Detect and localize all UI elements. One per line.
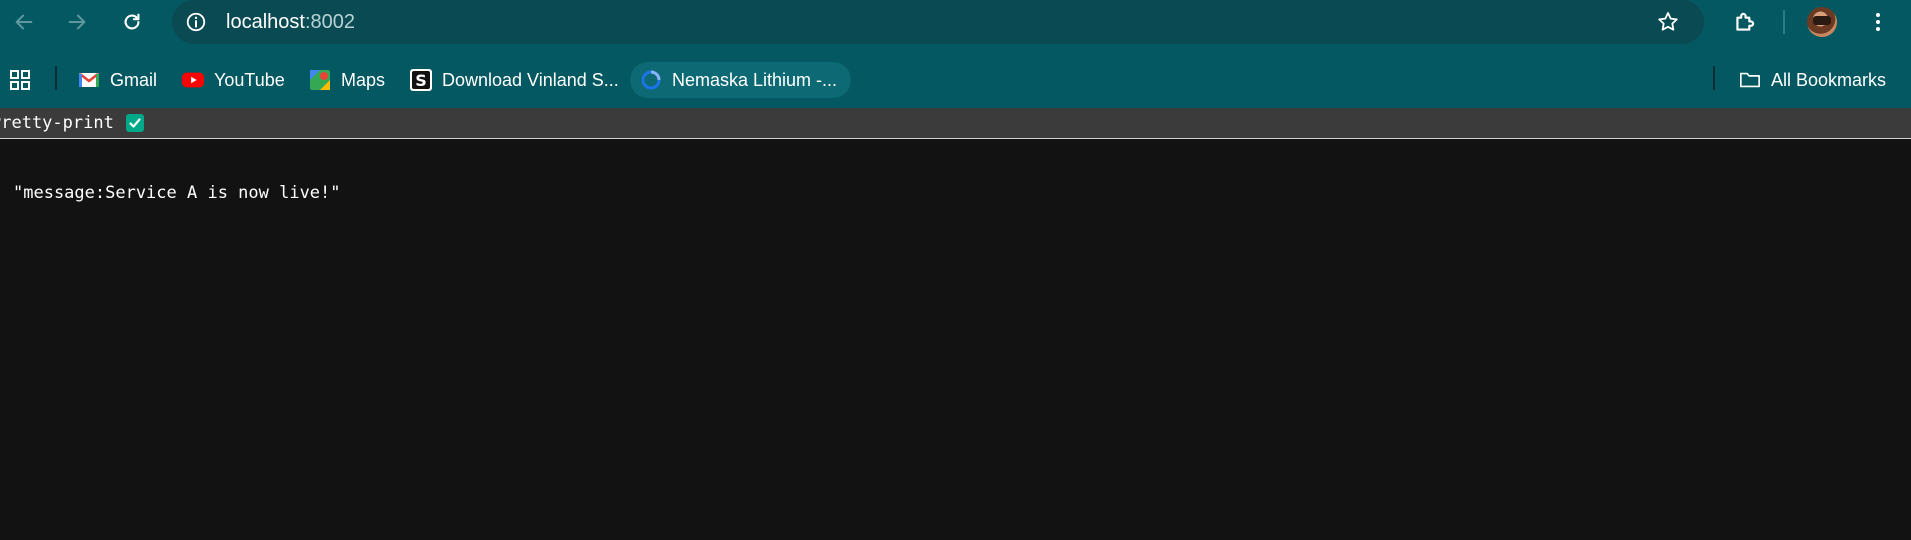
all-bookmarks-button[interactable]: All Bookmarks — [1739, 62, 1886, 98]
forward-button[interactable] — [59, 4, 95, 40]
extensions-button[interactable] — [1727, 4, 1763, 40]
bookmark-star-button[interactable] — [1654, 8, 1682, 36]
url-host: localhost — [226, 11, 305, 33]
bookmark-gmail[interactable]: Gmail — [78, 62, 157, 98]
bookmark-youtube[interactable]: YouTube — [182, 62, 285, 98]
bookmark-maps[interactable]: Maps — [309, 62, 385, 98]
pretty-print-checkbox[interactable] — [126, 114, 144, 132]
address-bar[interactable]: localhost:8002 — [172, 0, 1704, 44]
apps-grid-icon — [10, 70, 30, 90]
arrow-right-icon — [68, 14, 86, 30]
profile-avatar[interactable] — [1807, 7, 1837, 37]
s-logo-icon: S — [410, 69, 432, 91]
bookmark-download-vinland[interactable]: S Download Vinland S... — [410, 62, 619, 98]
youtube-icon — [182, 69, 204, 91]
apps-button[interactable] — [8, 62, 32, 98]
check-icon — [129, 118, 141, 128]
avatar-hat — [1813, 16, 1831, 25]
reload-button[interactable] — [114, 4, 150, 40]
all-bookmarks-label: All Bookmarks — [1771, 69, 1887, 90]
pretty-print-bar: Pretty-print — [0, 108, 1911, 139]
folder-icon — [1739, 69, 1761, 91]
toolbar-separator — [1783, 10, 1785, 34]
site-info-button[interactable] — [182, 8, 210, 36]
browser-menu-button[interactable] — [1860, 4, 1896, 40]
json-content: "message:Service A is now live!" — [13, 183, 341, 203]
bookmark-label: YouTube — [214, 69, 285, 90]
browser-toolbar: localhost:8002 — [0, 0, 1911, 44]
maps-icon — [309, 69, 331, 91]
back-button[interactable] — [6, 4, 42, 40]
loading-ring-icon — [640, 69, 662, 91]
bookmarks-separator — [55, 66, 57, 90]
info-icon — [186, 12, 206, 32]
url-text[interactable]: localhost:8002 — [226, 10, 355, 34]
kebab-menu-icon — [1876, 13, 1880, 31]
reload-icon — [124, 13, 140, 30]
bookmark-label: Gmail — [110, 69, 158, 90]
star-icon — [1658, 12, 1678, 31]
bookmarks-bar: Gmail YouTube Maps S Download Vinland S.… — [0, 44, 1911, 108]
bookmark-label: Download Vinland S... — [442, 69, 619, 90]
bookmarks-separator-right — [1713, 66, 1715, 90]
arrow-left-icon — [15, 14, 33, 30]
bookmark-nemaska-lithium[interactable]: Nemaska Lithium -... — [630, 62, 852, 98]
svg-text:S: S — [415, 71, 427, 90]
puzzle-icon — [1736, 12, 1755, 31]
bookmark-label: Maps — [341, 69, 386, 90]
pretty-print-label: Pretty-print — [0, 113, 114, 133]
bookmark-label: Nemaska Lithium -... — [672, 69, 838, 90]
url-port: :8002 — [304, 11, 355, 33]
gmail-icon — [78, 69, 100, 91]
